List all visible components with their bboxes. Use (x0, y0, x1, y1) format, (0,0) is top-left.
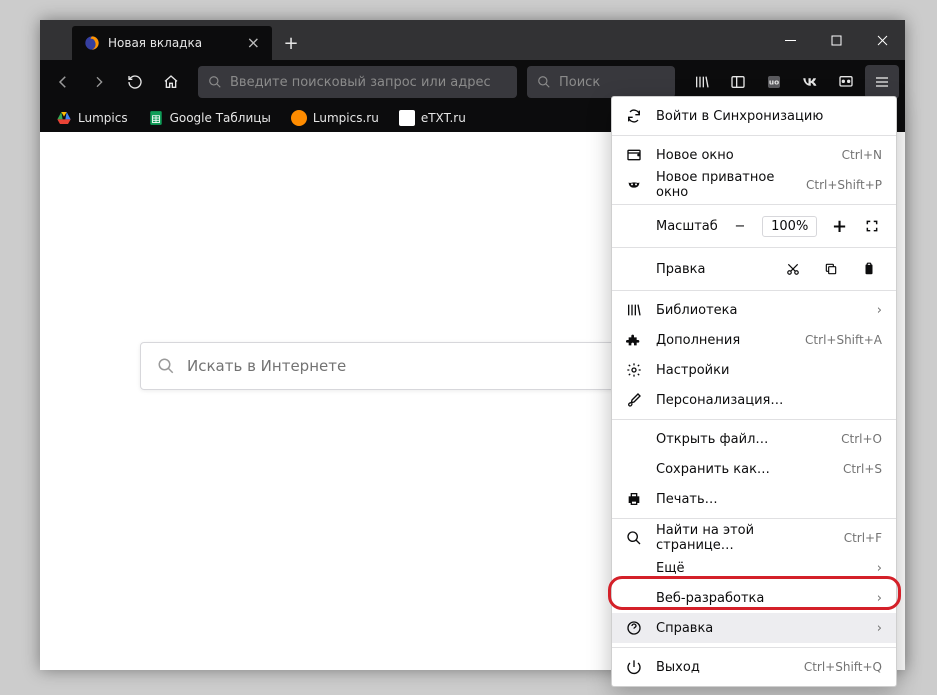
zoom-label: Масштаб (626, 219, 718, 234)
menu-save-as[interactable]: Сохранить как… Ctrl+S (612, 454, 896, 484)
fullscreen-button[interactable] (862, 213, 882, 239)
nav-back-button[interactable] (46, 65, 80, 99)
brush-icon (626, 392, 642, 408)
svg-text:uo: uo (769, 78, 779, 87)
zoom-value[interactable]: 100% (762, 216, 817, 237)
title-bar: Новая вкладка × + (40, 20, 905, 60)
window-maximize[interactable] (813, 20, 859, 60)
ublock-icon-button[interactable]: uo (757, 65, 791, 99)
search-icon (157, 357, 175, 375)
nav-reload-button[interactable] (118, 65, 152, 99)
window-close[interactable] (859, 20, 905, 60)
etxt-icon (399, 110, 415, 126)
sync-icon (626, 108, 642, 124)
printer-icon (626, 491, 642, 507)
search-icon (537, 75, 551, 89)
menu-print[interactable]: Печать… (612, 484, 896, 514)
hamburger-menu-button[interactable] (865, 65, 899, 99)
help-icon (626, 620, 642, 636)
sidebar-icon-button[interactable] (721, 65, 755, 99)
menu-library[interactable]: Библиотека › (612, 295, 896, 325)
newtab-search-placeholder: Искать в Интернете (187, 357, 346, 375)
tab-active[interactable]: Новая вкладка × (72, 26, 272, 60)
chevron-right-icon: › (877, 303, 882, 318)
menu-separator (612, 290, 896, 291)
tab-close-icon[interactable]: × (247, 35, 260, 51)
window-controls (767, 20, 905, 60)
puzzle-icon (626, 332, 642, 348)
menu-addons[interactable]: Дополнения Ctrl+Shift+A (612, 325, 896, 355)
bookmark-label: Lumpics.ru (313, 111, 379, 125)
nav-home-button[interactable] (154, 65, 188, 99)
menu-separator (612, 518, 896, 519)
menu-customize[interactable]: Персонализация… (612, 385, 896, 415)
menu-edit-row: Правка (612, 252, 896, 286)
power-icon (626, 659, 642, 675)
tab-strip: Новая вкладка × + (40, 20, 310, 60)
bookmark-item[interactable]: Lumpics.ru (281, 106, 389, 130)
bookmark-item[interactable]: Lumpics (46, 106, 138, 130)
library-icon (626, 302, 642, 318)
menu-more[interactable]: Ещё › (612, 553, 896, 583)
menu-quit[interactable]: Выход Ctrl+Shift+Q (612, 652, 896, 682)
menu-zoom-row: Масштаб − 100% + (612, 209, 896, 243)
chevron-right-icon: › (877, 621, 882, 636)
mask-icon (626, 177, 642, 193)
menu-new-private-window[interactable]: Новое приватное окно Ctrl+Shift+P (612, 170, 896, 200)
extensions-icon-button[interactable] (829, 65, 863, 99)
bookmark-item[interactable]: eTXT.ru (389, 106, 476, 130)
firefox-icon (84, 35, 100, 51)
tab-title: Новая вкладка (108, 36, 202, 50)
cut-button[interactable] (780, 256, 806, 282)
menu-separator (612, 247, 896, 248)
paste-button[interactable] (856, 256, 882, 282)
copy-button[interactable] (818, 256, 844, 282)
lumpics-icon (291, 110, 307, 126)
browser-window: Новая вкладка × + Введите поисковый запр… (40, 20, 905, 670)
app-menu: Войти в Синхронизацию Новое окно Ctrl+N … (611, 96, 897, 687)
address-placeholder: Введите поисковый запрос или адрес (230, 75, 491, 90)
menu-separator (612, 135, 896, 136)
newtab-search-input[interactable]: Искать в Интернете (140, 342, 620, 390)
address-bar[interactable]: Введите поисковый запрос или адрес (198, 66, 517, 98)
menu-help[interactable]: Справка › (612, 613, 896, 643)
chevron-right-icon: › (877, 591, 882, 606)
chevron-right-icon: › (877, 561, 882, 576)
window-icon (626, 147, 642, 163)
menu-find[interactable]: Найти на этой странице… Ctrl+F (612, 523, 896, 553)
new-tab-button[interactable]: + (272, 26, 310, 60)
menu-separator (612, 419, 896, 420)
menu-sync[interactable]: Войти в Синхронизацию (612, 101, 896, 131)
nav-forward-button[interactable] (82, 65, 116, 99)
bookmark-item[interactable]: Google Таблицы (138, 106, 281, 130)
sheets-icon (148, 110, 164, 126)
window-minimize[interactable] (767, 20, 813, 60)
search-icon (626, 530, 642, 546)
menu-separator (612, 647, 896, 648)
edit-label: Правка (626, 262, 768, 277)
zoom-out-button[interactable]: − (730, 213, 750, 239)
zoom-in-button[interactable]: + (829, 213, 849, 239)
vk-icon-button[interactable] (793, 65, 827, 99)
menu-separator (612, 204, 896, 205)
bookmark-label: eTXT.ru (421, 111, 466, 125)
library-icon-button[interactable] (685, 65, 719, 99)
bookmark-label: Google Таблицы (170, 111, 271, 125)
menu-webdev[interactable]: Веб-разработка › (612, 583, 896, 613)
gear-icon (626, 362, 642, 378)
search-bar[interactable]: Поиск (527, 66, 675, 98)
search-placeholder: Поиск (559, 75, 600, 90)
bookmark-label: Lumpics (78, 111, 128, 125)
menu-settings[interactable]: Настройки (612, 355, 896, 385)
menu-new-window[interactable]: Новое окно Ctrl+N (612, 140, 896, 170)
menu-open-file[interactable]: Открыть файл… Ctrl+O (612, 424, 896, 454)
search-icon (208, 75, 222, 89)
drive-icon (56, 110, 72, 126)
